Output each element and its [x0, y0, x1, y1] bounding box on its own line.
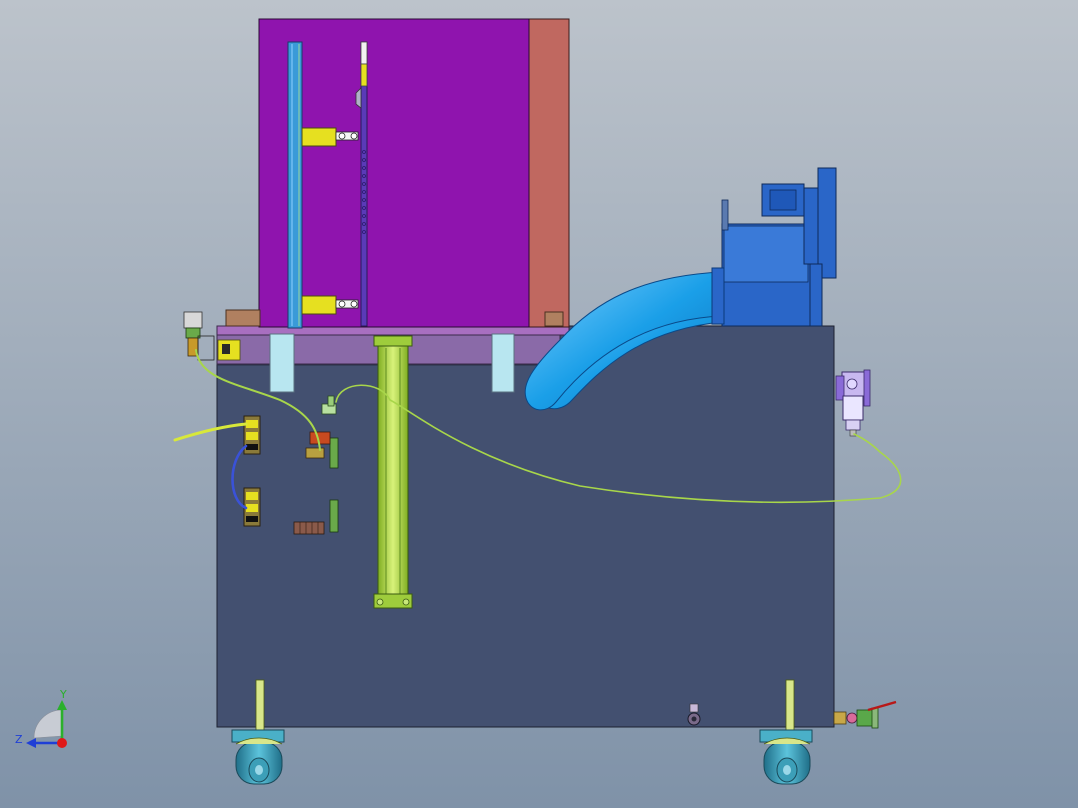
inspection-port[interactable] — [687, 703, 701, 726]
triad-y-label: Y — [59, 688, 67, 701]
triad-z-label: Z — [15, 733, 23, 746]
spacer-post-right — [491, 333, 515, 393]
motor-endcap — [817, 167, 837, 279]
blower-lower-skirt — [809, 263, 823, 327]
motor-fins — [769, 189, 797, 211]
spacer-post-left — [269, 333, 295, 393]
rod-cap-top — [360, 41, 368, 65]
pad-left — [225, 309, 261, 327]
blower-face — [723, 225, 809, 283]
cad-viewport[interactable]: Y Z — [0, 0, 1078, 808]
linear-rail[interactable] — [287, 41, 303, 329]
assembly-drawing: Y Z — [0, 0, 1078, 808]
triad-x-axis — [57, 738, 67, 748]
air-cylinder[interactable] — [373, 335, 413, 609]
pad-right — [544, 311, 564, 327]
solenoid-valve-upper[interactable] — [243, 415, 261, 455]
rod-marker — [360, 63, 368, 87]
blower-mount — [721, 199, 729, 231]
enclosure-side-panel[interactable] — [526, 18, 570, 328]
